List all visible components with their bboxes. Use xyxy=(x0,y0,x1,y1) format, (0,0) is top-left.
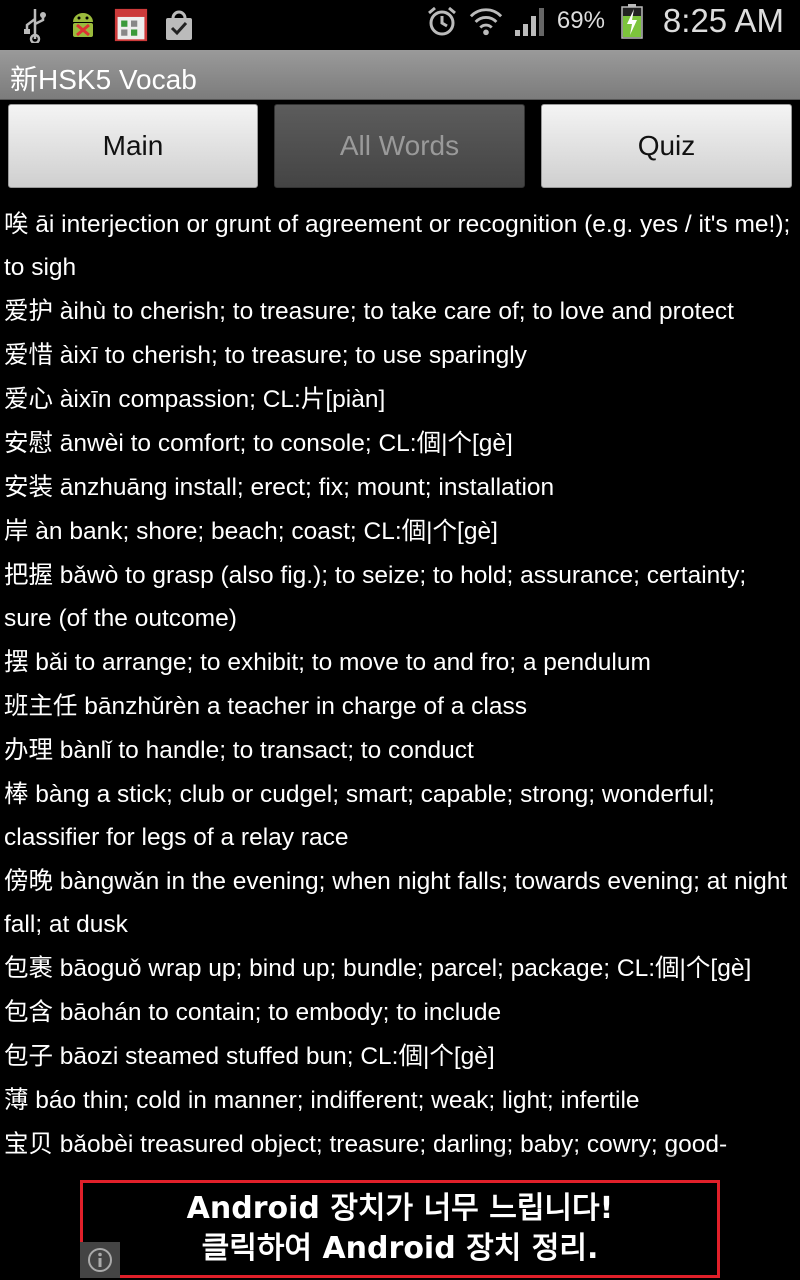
info-icon[interactable] xyxy=(80,1242,120,1278)
entry-hanzi: 包裹 xyxy=(4,953,53,982)
entry-hanzi: 爱心 xyxy=(4,384,53,413)
entry-definition: ānwèi to comfort; to console; CL:個|个[gè] xyxy=(53,430,513,457)
list-item[interactable]: 班主任 bānzhǔrèn a teacher in charge of a c… xyxy=(4,684,796,728)
list-item[interactable]: 爱护 àihù to cherish; to treasure; to take… xyxy=(4,289,796,333)
list-item[interactable]: 爱惜 àixī to cherish; to treasure; to use … xyxy=(4,333,796,377)
list-fade-edge xyxy=(4,1154,796,1178)
entry-hanzi: 包含 xyxy=(4,997,53,1026)
entry-definition: bāohán to contain; to embody; to include xyxy=(53,999,502,1026)
entry-definition: bàngwǎn in the evening; when night falls… xyxy=(4,868,788,938)
list-item[interactable]: 棒 bàng a stick; club or cudgel; smart; c… xyxy=(4,772,796,859)
entry-definition: àixī to cherish; to treasure; to use spa… xyxy=(53,342,527,369)
tab-quiz[interactable]: Quiz xyxy=(541,104,792,188)
entry-definition: bānzhǔrèn a teacher in charge of a class xyxy=(77,693,527,720)
list-item[interactable]: 把握 bǎwò to grasp (also fig.); to seize; … xyxy=(4,553,796,640)
list-item[interactable]: 包子 bāozi steamed stuffed bun; CL:個|个[gè] xyxy=(4,1034,796,1078)
alarm-icon xyxy=(425,2,459,40)
app-grid-icon xyxy=(114,6,148,44)
list-item[interactable]: 包含 bāohán to contain; to embody; to incl… xyxy=(4,990,796,1034)
entry-hanzi: 爱护 xyxy=(4,296,53,325)
entry-definition: bànlǐ to handle; to transact; to conduct xyxy=(53,737,474,764)
list-item[interactable]: 办理 bànlǐ to handle; to transact; to cond… xyxy=(4,728,796,772)
list-item[interactable]: 岸 àn bank; shore; beach; coast; CL:個|个[g… xyxy=(4,509,796,553)
entry-definition: ānzhuāng install; erect; fix; mount; ins… xyxy=(53,474,555,501)
notification-icons xyxy=(18,6,196,44)
entry-hanzi: 包子 xyxy=(4,1041,53,1070)
entry-definition: bāozi steamed stuffed bun; CL:個|个[gè] xyxy=(53,1043,495,1070)
tab-bar: Main All Words Quiz xyxy=(0,104,800,190)
tab-all-words[interactable]: All Words xyxy=(274,104,525,188)
list-item[interactable]: 安慰 ānwèi to comfort; to console; CL:個|个[… xyxy=(4,421,796,465)
app-title-bar: 新HSK5 Vocab xyxy=(0,50,800,100)
entry-definition: bǎi to arrange; to exhibit; to move to a… xyxy=(28,649,651,676)
entry-definition: àihù to cherish; to treasure; to take ca… xyxy=(53,298,734,325)
entry-hanzi: 安装 xyxy=(4,472,53,501)
entry-definition: āi interjection or grunt of agreement or… xyxy=(4,211,791,281)
clock: 8:25 AM xyxy=(662,2,784,39)
entry-hanzi: 岸 xyxy=(4,516,29,545)
ad-line-2: 클릭하여 Android 장치 정리. xyxy=(201,1231,599,1266)
entry-definition: bàng a stick; club or cudgel; smart; cap… xyxy=(4,781,715,851)
signal-icon xyxy=(513,2,547,40)
entry-hanzi: 棒 xyxy=(4,779,29,808)
list-item[interactable]: 傍晚 bàngwǎn in the evening; when night fa… xyxy=(4,859,796,946)
list-item[interactable]: 包裹 bāoguǒ wrap up; bind up; bundle; parc… xyxy=(4,946,796,990)
tab-main[interactable]: Main xyxy=(8,104,258,188)
entry-hanzi: 摆 xyxy=(4,647,29,676)
app-title: 新HSK5 Vocab xyxy=(10,64,197,95)
entry-hanzi: 把握 xyxy=(4,560,53,589)
entry-hanzi: 班主任 xyxy=(4,691,78,720)
system-status: 69% 8:25 AM xyxy=(425,2,784,40)
battery-percent: 69% xyxy=(556,7,605,34)
entry-definition: àn bank; shore; beach; coast; CL:個|个[gè] xyxy=(28,518,498,545)
android-debug-icon xyxy=(66,6,100,44)
entry-definition: àixīn compassion; CL:片[piàn] xyxy=(53,386,386,413)
entry-hanzi: 爱惜 xyxy=(4,340,53,369)
battery-charging-icon xyxy=(615,2,649,40)
entry-hanzi: 办理 xyxy=(4,735,53,764)
entry-hanzi: 安慰 xyxy=(4,428,53,457)
entry-hanzi: 薄 xyxy=(4,1085,29,1114)
usb-icon xyxy=(18,6,52,44)
status-bar: 69% 8:25 AM xyxy=(0,0,800,50)
entry-definition: báo thin; cold in manner; indifferent; w… xyxy=(28,1087,640,1114)
entry-hanzi: 傍晚 xyxy=(4,866,53,895)
shopping-bag-icon xyxy=(162,6,196,44)
list-item[interactable]: 爱心 àixīn compassion; CL:片[piàn] xyxy=(4,377,796,421)
word-list[interactable]: 唉 āi interjection or grunt of agreement … xyxy=(4,202,796,1178)
list-item[interactable]: 摆 bǎi to arrange; to exhibit; to move to… xyxy=(4,640,796,684)
ad-banner[interactable]: Android 장치가 너무 느립니다! 클릭하여 Android 장치 정리. xyxy=(80,1180,720,1278)
ad-area: Android 장치가 너무 느립니다! 클릭하여 Android 장치 정리. xyxy=(0,1178,800,1280)
list-item[interactable]: 安装 ānzhuāng install; erect; fix; mount; … xyxy=(4,465,796,509)
wifi-icon xyxy=(469,2,503,40)
entry-definition: bāoguǒ wrap up; bind up; bundle; parcel;… xyxy=(53,955,752,982)
entry-definition: bǎwò to grasp (also fig.); to seize; to … xyxy=(4,562,747,632)
entry-hanzi: 唉 xyxy=(4,209,29,238)
list-item[interactable]: 薄 báo thin; cold in manner; indifferent;… xyxy=(4,1078,796,1122)
ad-line-1: Android 장치가 너무 느립니다! xyxy=(186,1191,614,1226)
list-item[interactable]: 唉 āi interjection or grunt of agreement … xyxy=(4,202,796,289)
